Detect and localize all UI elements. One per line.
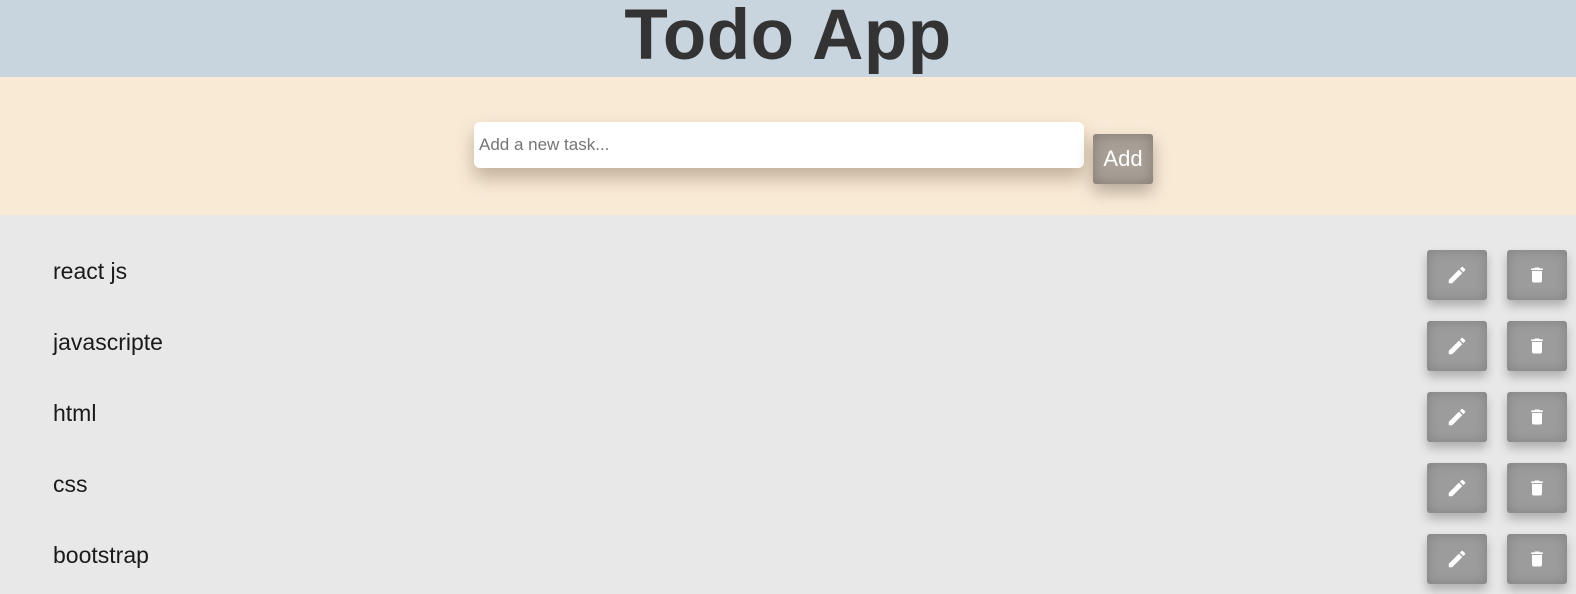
todo-item-text: react js: [53, 258, 128, 284]
todo-item-text: html: [53, 400, 97, 426]
pencil-icon: [1448, 550, 1466, 568]
delete-button[interactable]: [1507, 534, 1567, 584]
trash-icon: [1531, 480, 1543, 496]
pencil-icon: [1448, 408, 1466, 426]
new-task-input[interactable]: [474, 122, 1084, 168]
todo-item-text: javascripte: [53, 329, 163, 355]
todo-item: html: [0, 357, 1576, 442]
app-header: Todo App: [0, 0, 1576, 77]
todo-list: react js javascripte html css bootstrap: [0, 215, 1576, 594]
trash-icon: [1531, 338, 1543, 354]
pencil-icon: [1448, 479, 1466, 497]
trash-icon: [1531, 409, 1543, 425]
pencil-icon: [1448, 337, 1466, 355]
todo-item-text: css: [53, 471, 88, 497]
add-task-button[interactable]: Add: [1093, 134, 1153, 184]
app-title: Todo App: [624, 0, 952, 75]
edit-button[interactable]: [1427, 534, 1487, 584]
todo-item: bootstrap: [0, 499, 1576, 584]
trash-icon: [1531, 551, 1543, 567]
todo-item-text: bootstrap: [53, 542, 149, 568]
todo-item: css: [0, 428, 1576, 513]
pencil-icon: [1448, 266, 1466, 284]
todo-item: react js: [0, 215, 1576, 300]
trash-icon: [1531, 267, 1543, 283]
todo-item: javascripte: [0, 286, 1576, 371]
new-task-bar: Add: [0, 77, 1576, 215]
